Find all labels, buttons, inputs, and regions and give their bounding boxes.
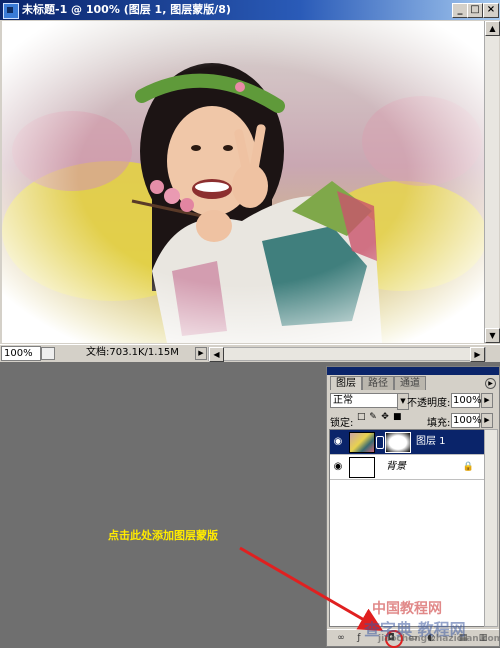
scroll-up-icon[interactable]: ▲ (485, 21, 500, 36)
document-statusbar: 100% 文档:703.1K/1.15M ▶ ◀ ▶ (0, 344, 500, 362)
lock-image-icon[interactable]: ✎ (369, 413, 377, 422)
document-size-info: 文档:703.1K/1.15M (86, 347, 179, 358)
maximize-button[interactable]: □ (467, 3, 483, 18)
masked-portrait-image (2, 21, 484, 343)
trash-icon[interactable]: ▥ (477, 632, 489, 644)
document-window: 未标题-1 @ 100% (图层 1, 图层蒙版/8) _ □ × ▲ ▼ 10… (0, 0, 500, 362)
layer-row-background[interactable]: ◉ 背景 🔒 (330, 455, 484, 480)
mask-button-highlight (385, 630, 403, 648)
fill-field[interactable]: 100% (451, 413, 482, 428)
fill-label: 填充: (427, 418, 451, 429)
opacity-label: 不透明度: (407, 398, 451, 409)
layers-palette: 图层 路径 通道 ▶ 正常 ▼ 不透明度: 100% ▶ 锁定: □ ✎ ✥ ■… (326, 366, 500, 648)
zoom-field[interactable]: 100% (1, 346, 41, 361)
lock-icon: 🔒 (462, 462, 474, 472)
layer-name: 图层 1 (416, 436, 446, 447)
layer-name: 背景 (386, 461, 406, 472)
visibility-eye-icon[interactable]: ◉ (332, 436, 344, 447)
layers-list-scrollbar[interactable] (484, 429, 498, 627)
lock-label: 锁定: (330, 418, 354, 429)
visibility-eye-icon[interactable]: ◉ (332, 461, 344, 472)
scroll-down-icon[interactable]: ▼ (485, 328, 500, 343)
opacity-field[interactable]: 100% (451, 393, 482, 408)
link-icon[interactable]: ∞ (335, 632, 347, 644)
new-set-icon[interactable]: ▭ (407, 632, 419, 644)
tab-paths[interactable]: 路径 (362, 376, 394, 390)
background-thumbnail (349, 457, 375, 478)
tab-channels[interactable]: 通道 (394, 376, 426, 390)
layer-mask-thumbnail[interactable] (385, 432, 411, 453)
close-button[interactable]: × (483, 3, 499, 18)
status-menu-arrow-icon[interactable]: ▶ (195, 347, 207, 360)
adjustment-layer-icon[interactable]: ◐ (425, 632, 437, 644)
palette-bottom-bar: ∞ ƒ ◘ ▭ ◐ ▤ ▥ (327, 629, 499, 648)
image-canvas[interactable] (2, 21, 484, 343)
layer-row-layer1[interactable]: ◉ 图层 1 (330, 430, 484, 455)
mask-link-icon[interactable] (376, 436, 384, 449)
tutorial-annotation: 点击此处添加图层蒙版 (108, 529, 218, 542)
palette-menu-icon[interactable]: ▶ (485, 378, 496, 389)
photoshop-doc-icon (3, 3, 19, 19)
document-title: 未标题-1 @ 100% (图层 1, 图层蒙版/8) (22, 3, 231, 16)
scroll-left-icon[interactable]: ◀ (209, 347, 224, 362)
zoom-options-icon[interactable] (41, 347, 55, 360)
minimize-button[interactable]: _ (452, 3, 468, 18)
document-titlebar[interactable]: 未标题-1 @ 100% (图层 1, 图层蒙版/8) _ □ × (0, 0, 500, 20)
tab-layers[interactable]: 图层 (330, 376, 362, 390)
document-horizontal-scrollbar[interactable]: ◀ ▶ (208, 347, 486, 362)
layers-list: ◉ 图层 1 ◉ 背景 🔒 (329, 429, 485, 627)
lock-transparency-icon[interactable]: □ (357, 413, 366, 422)
scroll-right-icon[interactable]: ▶ (470, 347, 485, 362)
layer-thumbnail (349, 432, 375, 453)
fill-arrow-icon[interactable]: ▶ (481, 413, 493, 428)
blend-mode-select[interactable]: 正常 (330, 393, 400, 408)
layer-style-icon[interactable]: ƒ (353, 632, 365, 644)
lock-position-icon[interactable]: ✥ (381, 413, 389, 422)
palette-titlebar[interactable] (327, 367, 499, 375)
new-layer-icon[interactable]: ▤ (457, 632, 469, 644)
document-vertical-scrollbar[interactable]: ▲ ▼ (484, 21, 500, 343)
lock-all-icon[interactable]: ■ (393, 413, 402, 422)
palette-tabs: 图层 路径 通道 ▶ (327, 376, 499, 390)
opacity-arrow-icon[interactable]: ▶ (481, 393, 493, 408)
